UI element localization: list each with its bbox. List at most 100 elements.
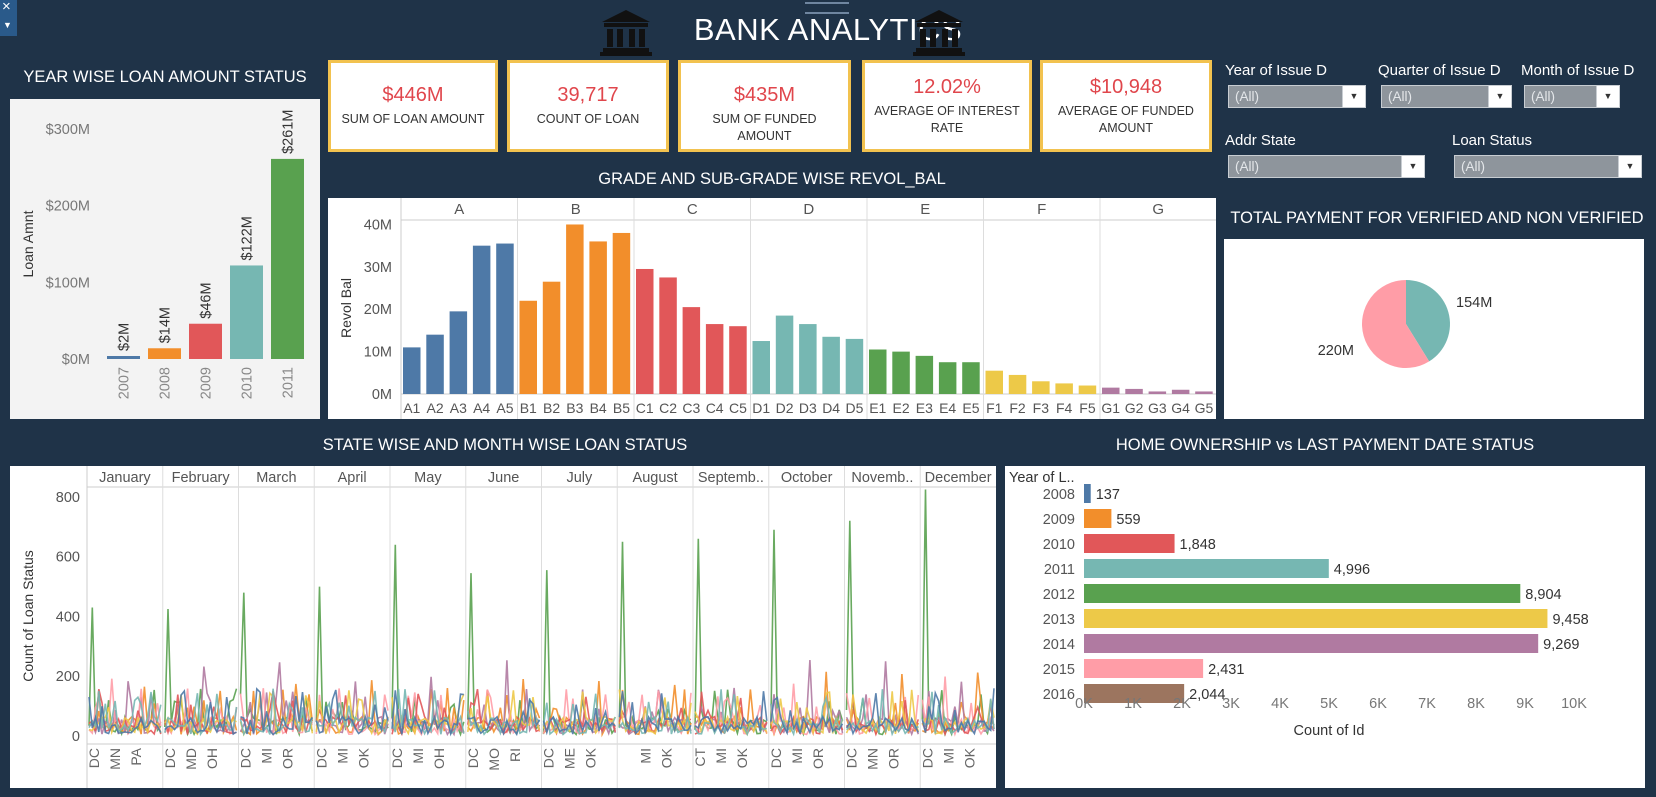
- x-tick-label: 2008: [158, 367, 174, 399]
- y-axis-label: Revol Bal: [338, 278, 354, 338]
- y-tick-label: $100M: [46, 275, 90, 291]
- filter-value: (All): [1461, 159, 1485, 174]
- data-label: $14M: [158, 307, 174, 343]
- month-header: August: [633, 470, 678, 486]
- group-header: G: [1152, 201, 1164, 218]
- y-tick-label: 800: [56, 490, 80, 506]
- bar: [519, 300, 537, 394]
- bar: [915, 355, 934, 394]
- state-tick-label: OR: [886, 748, 902, 769]
- x-tick-label: D5: [845, 400, 863, 416]
- verified-title: TOTAL PAYMENT FOR VERIFIED AND NON VERIF…: [1230, 209, 1644, 227]
- bar: [892, 351, 910, 394]
- bar: [566, 224, 584, 394]
- year-filter-select[interactable]: (All) ▼: [1228, 85, 1366, 108]
- month-header: October: [781, 470, 833, 486]
- y-tick-label: 2012: [1043, 587, 1075, 603]
- kpi-label: AVERAGE OF FUNDED AMOUNT: [1058, 104, 1194, 135]
- x-tick-label: G1: [1101, 400, 1120, 416]
- x-tick-label: D1: [752, 400, 770, 416]
- chevron-down-icon[interactable]: ▼: [1401, 156, 1424, 177]
- state-tick-label: DC: [768, 748, 784, 768]
- x-tick-label: F1: [986, 400, 1003, 416]
- y-tick-label: 2013: [1043, 612, 1075, 628]
- quarter-filter-select[interactable]: (All) ▼: [1381, 85, 1512, 108]
- data-label: $2M: [117, 323, 133, 351]
- y-tick-label: 2015: [1043, 662, 1075, 678]
- x-tick-label: 1K: [1124, 696, 1142, 712]
- x-tick-label: 2011: [281, 367, 297, 398]
- bar: [775, 315, 794, 394]
- filter-label: Quarter of Issue D: [1378, 62, 1501, 79]
- bar: [189, 323, 222, 359]
- state-filter-select[interactable]: (All) ▼: [1228, 155, 1425, 178]
- bar: [659, 277, 677, 394]
- bar: [1084, 484, 1091, 503]
- bar: [1008, 374, 1027, 394]
- bar: [426, 334, 444, 394]
- kpi-card: 39,717 COUNT OF LOAN: [507, 60, 669, 152]
- kpi-label: AVERAGE OF INTEREST RATE: [874, 104, 1020, 135]
- data-label: $261M: [281, 110, 297, 154]
- group-header: A: [454, 201, 464, 218]
- state-tick-label: CT: [692, 748, 708, 767]
- state-tick-label: RI: [507, 748, 523, 762]
- state-tick-label: DC: [313, 748, 329, 768]
- kpi-card: $435M SUM OF FUNDED AMOUNT: [678, 60, 851, 152]
- bank-icon: [913, 10, 965, 56]
- home-title: HOME OWNERSHIP vs LAST PAYMENT DATE STAT…: [1115, 436, 1535, 454]
- page-title: BANK ANALYTICS: [693, 12, 963, 47]
- state-tick-label: MN: [865, 748, 881, 770]
- bar: [1195, 391, 1213, 394]
- x-tick-label: C2: [659, 400, 677, 416]
- bar: [752, 341, 770, 394]
- y-axis-label: Loan Amnt: [20, 210, 36, 277]
- row-header: Year of L..: [1009, 470, 1075, 486]
- bar: [729, 326, 747, 394]
- x-tick-label: D2: [776, 400, 794, 416]
- x-tick-label: 4K: [1271, 696, 1289, 712]
- x-tick-label: A2: [426, 400, 443, 416]
- x-tick-label: B5: [613, 400, 630, 416]
- data-label: 8,904: [1525, 587, 1561, 603]
- state-tick-label: ME: [562, 748, 578, 769]
- state-tick-label: MN: [107, 748, 123, 770]
- chevron-down-icon[interactable]: ▼: [1342, 86, 1365, 107]
- kpi-card: $10,948 AVERAGE OF FUNDED AMOUNT: [1040, 60, 1212, 152]
- month-filter-select[interactable]: (All) ▼: [1524, 85, 1620, 108]
- state-tick-label: MO: [486, 748, 502, 771]
- filter-value: (All): [1235, 89, 1259, 104]
- chevron-down-icon[interactable]: ▼: [1618, 156, 1641, 177]
- bar: [822, 336, 840, 394]
- x-tick-label: 7K: [1418, 696, 1436, 712]
- y-tick-label: 200: [56, 669, 80, 685]
- bar: [148, 348, 181, 359]
- data-label: 137: [1096, 487, 1120, 503]
- bar: [107, 356, 140, 359]
- y-tick-label: $200M: [46, 199, 90, 215]
- x-tick-label: F4: [1056, 400, 1073, 416]
- bank-icon: [600, 10, 652, 56]
- y-tick-label: 600: [56, 550, 80, 566]
- kpi-value: 39,717: [557, 84, 619, 106]
- filter-value: (All): [1388, 89, 1412, 104]
- y-tick-label: 2010: [1043, 537, 1075, 553]
- bar: [612, 232, 631, 394]
- grade-title: GRADE AND SUB-GRADE WISE REVOL_BAL: [598, 170, 946, 188]
- x-tick-label: E5: [962, 400, 979, 416]
- state-tick-label: MI: [713, 748, 729, 764]
- state-tick-label: OH: [204, 748, 220, 769]
- state-tick-label: OK: [355, 747, 371, 768]
- state-tick-label: MD: [183, 748, 199, 770]
- data-label: 9,458: [1552, 612, 1588, 628]
- data-label: 2,044: [1189, 687, 1225, 703]
- loan-status-filter-select[interactable]: (All) ▼: [1454, 155, 1642, 178]
- chevron-down-icon[interactable]: ▼: [1488, 86, 1511, 107]
- state-tick-label: OR: [280, 748, 296, 769]
- home-chart: Year of L..2008 137 2009 559 2010 1,848 2011 4,…: [1005, 466, 1645, 788]
- chevron-down-icon[interactable]: ▼: [1596, 86, 1619, 107]
- bar: [1084, 659, 1204, 678]
- bar: [1084, 609, 1548, 628]
- x-tick-label: 2009: [199, 367, 215, 399]
- x-tick-label: G4: [1171, 400, 1190, 416]
